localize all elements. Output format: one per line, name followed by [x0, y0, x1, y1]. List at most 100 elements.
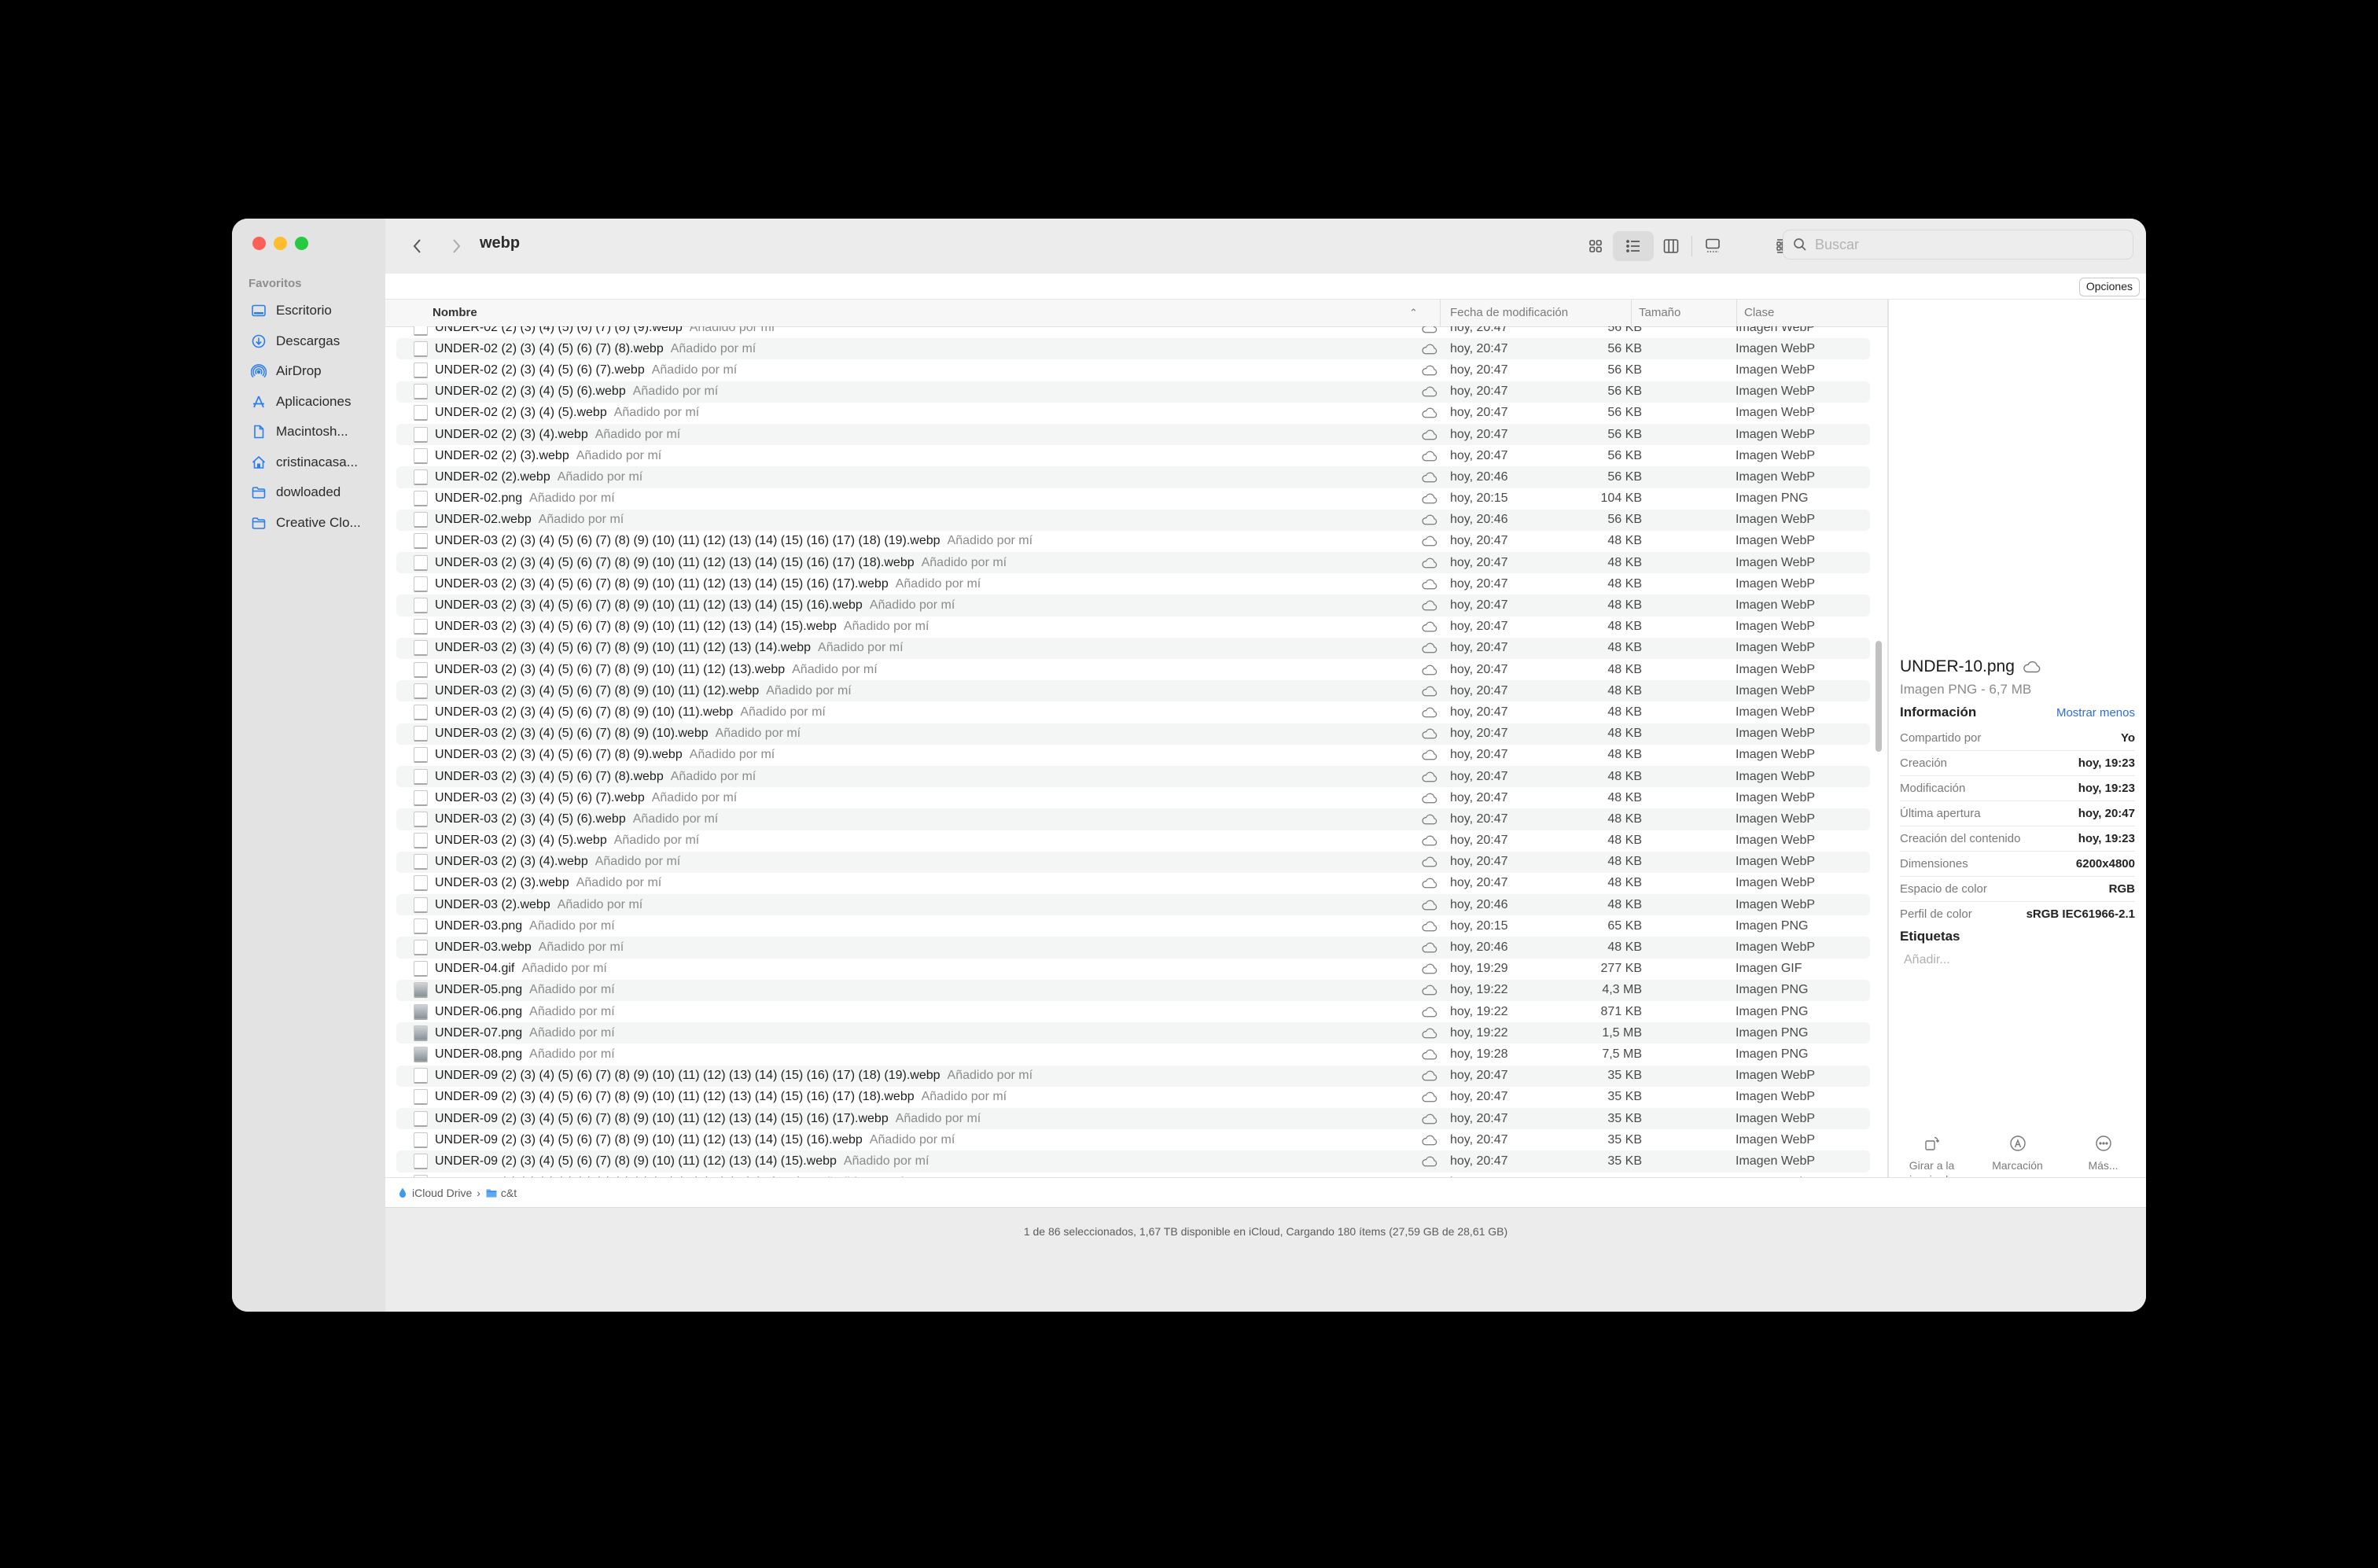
cloud-icon[interactable]	[1421, 877, 1438, 889]
cloud-icon[interactable]	[1421, 813, 1438, 826]
file-row[interactable]: UNDER-07.png Añadido por mí hoy, 19:22 1,5 …	[396, 1022, 1870, 1044]
cloud-icon[interactable]	[1421, 407, 1438, 419]
cloud-icon[interactable]	[1421, 343, 1438, 355]
file-row[interactable]: UNDER-03 (2) (3) (4) (5) (6) (7) (8) (9)…	[396, 745, 1870, 766]
cloud-icon[interactable]	[1421, 1048, 1438, 1061]
sidebar-item-home[interactable]: cristinacasa...	[232, 447, 385, 478]
sidebar-item-airdrop[interactable]: AirDrop	[232, 356, 385, 387]
file-row[interactable]: UNDER-08.png Añadido por mí hoy, 19:28 7,5 …	[396, 1043, 1870, 1065]
file-row[interactable]: UNDER-02 (2) (3) (4) (5) (6) (7) (8).web…	[396, 338, 1870, 360]
file-row[interactable]: UNDER-03 (2) (3) (4) (5) (6).webp Añadido…	[396, 808, 1870, 830]
sidebar-item-aplicaciones[interactable]: Aplicaciones	[232, 387, 385, 418]
gallery-view-button[interactable]	[1695, 231, 1730, 261]
file-row[interactable]: UNDER-03 (2) (3) (4) (5).webp Añadido por…	[396, 830, 1870, 852]
cloud-icon[interactable]	[1421, 771, 1438, 783]
cloud-icon[interactable]	[1421, 1091, 1438, 1103]
back-button[interactable]	[407, 236, 428, 256]
cloud-icon[interactable]	[1421, 856, 1438, 868]
file-row[interactable]: UNDER-02.webp Añadido por mí hoy, 20:46 56 …	[396, 509, 1870, 531]
sidebar-item-creative-cloud[interactable]: Creative Clo...	[232, 508, 385, 539]
file-row[interactable]: UNDER-02 (2) (3) (4) (5) (6) (7) (8) (9)…	[396, 326, 1870, 338]
cloud-icon[interactable]	[1421, 1027, 1438, 1040]
cloud-icon[interactable]	[1421, 1134, 1438, 1147]
cloud-icon[interactable]	[1421, 834, 1438, 847]
cloud-icon[interactable]	[1421, 557, 1438, 569]
vertical-scrollbar[interactable]	[1874, 326, 1883, 1177]
path-item-current-folder[interactable]: c&t	[485, 1187, 517, 1199]
tags-input[interactable]	[1902, 952, 2063, 968]
cloud-icon[interactable]	[1421, 749, 1438, 761]
scrollbar-thumb[interactable]	[1876, 641, 1882, 752]
sidebar-item-descargas[interactable]: Descargas	[232, 326, 385, 357]
file-row[interactable]: UNDER-02 (2) (3) (4) (5) (6) (7).webp Aña…	[396, 359, 1870, 381]
column-view-button[interactable]	[1654, 231, 1688, 261]
file-row[interactable]: UNDER-03 (2) (3) (4) (5) (6) (7) (8) (9)…	[396, 701, 1870, 723]
cloud-icon[interactable]	[1421, 727, 1438, 740]
file-row[interactable]: UNDER-03 (2) (3) (4).webp Añadido por mí h…	[396, 851, 1870, 873]
file-row[interactable]: UNDER-05.png Añadido por mí hoy, 19:22 4,3 …	[396, 979, 1870, 1001]
file-row[interactable]: UNDER-04.gif Añadido por mí hoy, 19:29 277 …	[396, 959, 1870, 980]
cloud-icon[interactable]	[1421, 513, 1438, 526]
file-row[interactable]: UNDER-09 (2) (3) (4) (5) (6) (7) (8) (9)…	[396, 1065, 1870, 1087]
file-row[interactable]: UNDER-02 (2) (3) (4) (5) (6).webp Añadido…	[396, 381, 1870, 403]
file-row[interactable]: UNDER-03 (2) (3) (4) (5) (6) (7) (8) (9)…	[396, 552, 1870, 574]
cloud-icon[interactable]	[1421, 685, 1438, 698]
minimize-window-button[interactable]	[274, 237, 287, 250]
cloud-icon[interactable]	[1421, 1113, 1438, 1125]
cloud-icon[interactable]	[1421, 664, 1438, 676]
forward-button[interactable]	[446, 236, 466, 256]
cloud-icon[interactable]	[1421, 1155, 1438, 1168]
cloud-icon[interactable]	[1421, 450, 1438, 462]
file-row[interactable]: UNDER-09 (2) (3) (4) (5) (6) (7) (8) (9)…	[396, 1150, 1870, 1172]
cloud-icon[interactable]	[1421, 620, 1438, 633]
cloud-icon[interactable]	[1421, 984, 1438, 996]
file-row[interactable]: UNDER-03 (2) (3) (4) (5) (6) (7).webp Aña…	[396, 787, 1870, 808]
file-row[interactable]: UNDER-03 (2).webp Añadido por mí hoy, 20:4…	[396, 894, 1870, 916]
column-size[interactable]: Tamaño	[1631, 300, 1680, 326]
cloud-icon[interactable]	[1421, 1069, 1438, 1082]
icon-view-button[interactable]	[1578, 231, 1613, 261]
file-row[interactable]: UNDER-03.webp Añadido por mí hoy, 20:46 48 …	[396, 937, 1870, 959]
file-row[interactable]: UNDER-03 (2) (3) (4) (5) (6) (7) (8) (9)…	[396, 723, 1870, 745]
options-button[interactable]: Opciones	[2078, 278, 2140, 296]
file-row[interactable]: UNDER-03 (2) (3).webp Añadido por mí hoy, …	[396, 873, 1870, 894]
show-less-link[interactable]: Mostrar menos	[2056, 706, 2135, 720]
file-row[interactable]: UNDER-03 (2) (3) (4) (5) (6) (7) (8) (9)…	[396, 659, 1870, 680]
file-row[interactable]: UNDER-09 (2) (3) (4) (5) (6) (7) (8) (9)…	[396, 1129, 1870, 1150]
file-row[interactable]: UNDER-06.png Añadido por mí hoy, 19:22 871 …	[396, 1001, 1870, 1022]
file-row[interactable]: UNDER-03 (2) (3) (4) (5) (6) (7) (8) (9)…	[396, 637, 1870, 659]
cloud-icon[interactable]	[1421, 706, 1438, 719]
cloud-icon[interactable]	[1421, 963, 1438, 975]
file-row[interactable]: UNDER-02 (2).webp Añadido por mí hoy, 20:4…	[396, 466, 1870, 488]
close-window-button[interactable]	[252, 237, 266, 250]
column-kind[interactable]: Clase	[1736, 300, 1774, 326]
file-row[interactable]: UNDER-03 (2) (3) (4) (5) (6) (7) (8) (9)…	[396, 531, 1870, 552]
file-row[interactable]: UNDER-03 (2) (3) (4) (5) (6) (7) (8) (9)…	[396, 573, 1870, 594]
cloud-icon[interactable]	[1421, 326, 1438, 334]
cloud-icon[interactable]	[1421, 471, 1438, 484]
cloud-icon[interactable]	[1421, 642, 1438, 654]
cloud-icon[interactable]	[1421, 385, 1438, 398]
cloud-icon[interactable]	[1421, 599, 1438, 612]
file-row[interactable]: UNDER-09 (2) (3) (4) (5) (6) (7) (8) (9)…	[396, 1107, 1870, 1130]
cloud-icon[interactable]	[1421, 792, 1438, 804]
file-row[interactable]: UNDER-03 (2) (3) (4) (5) (6) (7) (8) (9)…	[396, 617, 1870, 638]
column-date-modified[interactable]: Fecha de modificación	[1440, 300, 1568, 326]
file-row[interactable]: UNDER-03 (2) (3) (4) (5) (6) (7) (8).web…	[396, 765, 1870, 788]
file-row[interactable]: UNDER-03 (2) (3) (4) (5) (6) (7) (8) (9)…	[396, 680, 1870, 702]
file-row[interactable]: UNDER-03.png Añadido por mí hoy, 20:15 65 K…	[396, 915, 1870, 937]
file-row[interactable]: UNDER-02 (2) (3).webp Añadido por mí hoy, …	[396, 445, 1870, 466]
path-item-icloud-drive[interactable]: iCloud Drive	[396, 1187, 472, 1199]
file-row[interactable]: UNDER-02.png Añadido por mí hoy, 20:15 104 …	[396, 488, 1870, 510]
cloud-icon[interactable]	[1421, 364, 1438, 377]
cloud-icon[interactable]	[1421, 920, 1438, 933]
cloud-icon[interactable]	[1421, 899, 1438, 911]
file-row[interactable]: UNDER-02 (2) (3) (4).webp Añadido por mí h…	[396, 423, 1870, 446]
search-field[interactable]	[1783, 230, 2133, 259]
file-row[interactable]: UNDER-09 (2) (3) (4) (5) (6) (7) (8) (9)…	[396, 1087, 1870, 1108]
column-name[interactable]: Nombre	[433, 300, 477, 326]
list-view-button[interactable]	[1613, 231, 1654, 261]
sidebar-item-dowloaded[interactable]: dowloaded	[232, 477, 385, 508]
cloud-icon[interactable]	[1421, 535, 1438, 547]
file-row[interactable]: UNDER-02 (2) (3) (4) (5).webp Añadido por…	[396, 403, 1870, 424]
